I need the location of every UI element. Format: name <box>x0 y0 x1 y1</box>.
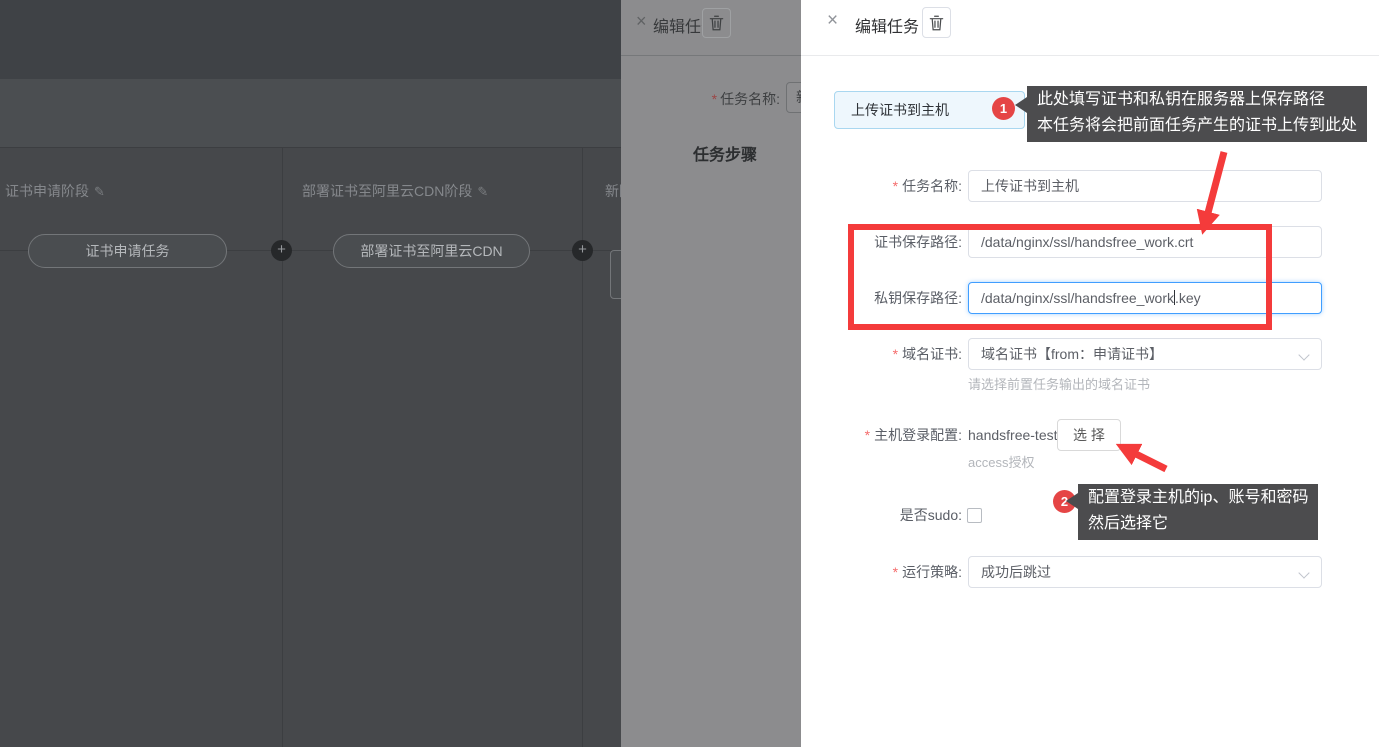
add-task-button[interactable]: + <box>572 240 593 261</box>
header-divider <box>621 55 801 56</box>
edit-task-drawer-behind: × 编辑任务 *任务名称: 新 任务步骤 <box>621 0 801 747</box>
domain-cert-label: *域名证书: <box>801 338 962 370</box>
stage-title-cert-apply: 证书申请阶段 ✎ <box>5 181 105 201</box>
cert-path-label: 证书保存路径: <box>801 226 962 258</box>
stage-divider <box>582 148 583 747</box>
close-icon[interactable]: × <box>636 11 647 32</box>
select-value: 域名证书【from：申请证书】 <box>981 346 1163 362</box>
trash-icon <box>929 15 944 31</box>
domain-cert-helper: 请选择前置任务输出的域名证书 <box>968 374 1150 393</box>
select-value: 成功后跳过 <box>981 564 1051 580</box>
sudo-label: 是否sudo: <box>801 499 962 531</box>
label-text: 任务名称: <box>902 178 962 194</box>
delete-task-button[interactable] <box>702 8 731 38</box>
task-name-input[interactable]: 新 <box>786 82 801 113</box>
task-type-selected-button[interactable]: 上传证书到主机 <box>834 91 1025 129</box>
drawer-title: 编辑任务 <box>855 13 919 37</box>
stage-title-deploy-cdn: 部署证书至阿里云CDN阶段 ✎ <box>302 181 488 201</box>
key-path-label: 私钥保存路径: <box>801 282 962 314</box>
choose-host-button[interactable]: 选 择 <box>1057 419 1121 451</box>
cert-path-input[interactable]: /data/nginx/ssl/handsfree_work.crt <box>968 226 1322 258</box>
required-mark: * <box>712 91 717 107</box>
workflow-toolbar <box>0 79 621 148</box>
trash-icon <box>709 15 724 31</box>
label-text: 任务名称: <box>720 91 780 107</box>
required-mark: * <box>893 564 898 580</box>
task-name-label: *任务名称: <box>621 89 780 109</box>
chevron-down-icon <box>1298 567 1309 578</box>
chevron-down-icon <box>1298 349 1309 360</box>
header-divider <box>801 55 1379 56</box>
host-login-helper: access授权 <box>968 452 1034 471</box>
task-steps-heading: 任务步骤 <box>693 141 757 165</box>
task-name-input[interactable]: 上传证书到主机 <box>968 170 1322 202</box>
run-policy-label: *运行策略: <box>801 556 962 588</box>
required-mark: * <box>865 427 870 443</box>
host-login-label: *主机登录配置: <box>801 419 962 451</box>
label-text: 运行策略: <box>902 564 962 580</box>
label-text: 私钥保存路径: <box>874 290 962 306</box>
task-card-partial[interactable] <box>610 250 621 299</box>
edit-stage-icon[interactable]: ✎ <box>477 184 488 199</box>
sudo-checkbox[interactable] <box>967 508 982 523</box>
stage-title-text: 部署证书至阿里云CDN阶段 <box>302 183 472 199</box>
host-login-value: handsfree-test <box>968 419 1058 451</box>
key-path-text: .key <box>1175 290 1201 306</box>
app-top-bar <box>0 0 621 79</box>
label-text: 域名证书: <box>902 346 962 362</box>
stage-title-new-stage: 新阶段 <box>605 181 621 201</box>
required-mark: * <box>893 346 898 362</box>
edit-task-drawer: × 编辑任务 上传证书到主机 *任务名称: 上传证书到主机 证书保存路径: /d… <box>801 0 1379 747</box>
background-workflow-page: 证书申请阶段 ✎ 部署证书至阿里云CDN阶段 ✎ 新阶段 证书申请任务 + 部署证书… <box>0 0 621 747</box>
stage-divider <box>282 148 283 747</box>
delete-task-button[interactable] <box>922 7 951 38</box>
stage-title-text: 新阶段 <box>605 183 621 199</box>
key-path-input[interactable]: /data/nginx/ssl/handsfree_work.key <box>968 282 1322 314</box>
label-text: 是否sudo: <box>900 507 962 523</box>
add-task-button[interactable]: + <box>271 240 292 261</box>
edit-stage-icon[interactable]: ✎ <box>94 184 105 199</box>
run-policy-select[interactable]: 成功后跳过 <box>968 556 1322 588</box>
close-icon[interactable]: × <box>827 10 838 32</box>
domain-cert-select[interactable]: 域名证书【from：申请证书】 <box>968 338 1322 370</box>
task-pill-cert-apply[interactable]: 证书申请任务 <box>28 234 227 268</box>
stage-title-text: 证书申请阶段 <box>5 183 89 199</box>
label-text: 主机登录配置: <box>874 427 962 443</box>
task-name-label: *任务名称: <box>801 170 962 202</box>
key-path-text: /data/nginx/ssl/handsfree_work <box>981 290 1174 306</box>
required-mark: * <box>893 178 898 194</box>
task-pill-deploy-cdn[interactable]: 部署证书至阿里云CDN <box>333 234 530 268</box>
label-text: 证书保存路径: <box>874 234 962 250</box>
